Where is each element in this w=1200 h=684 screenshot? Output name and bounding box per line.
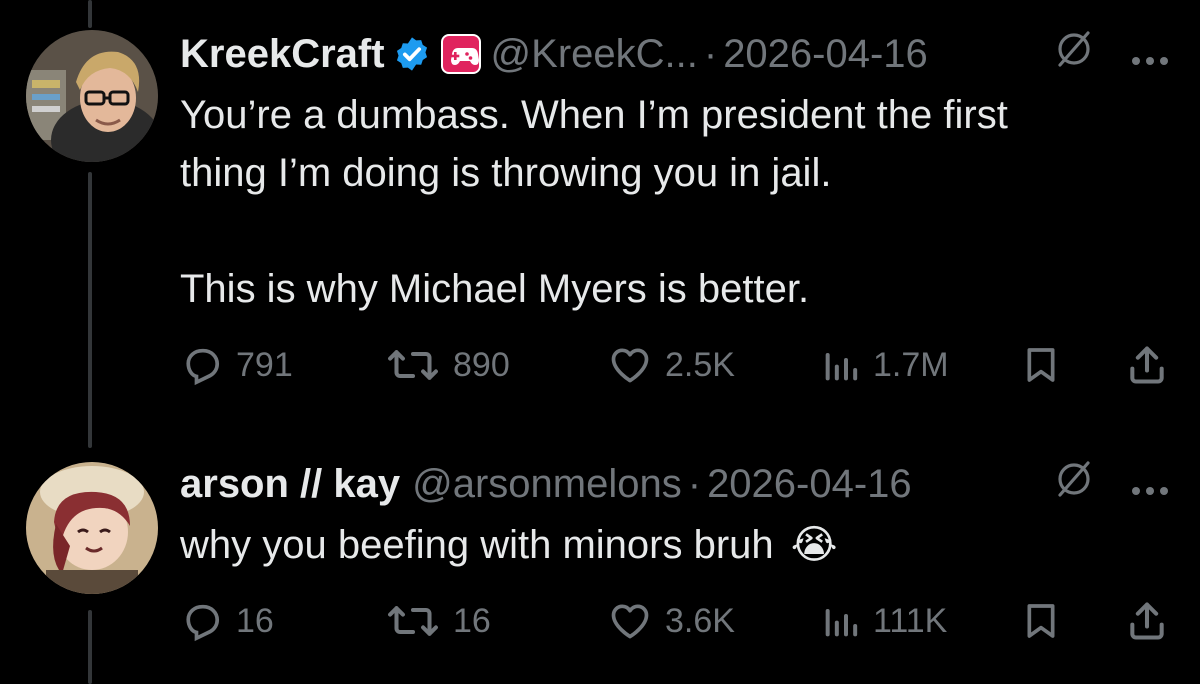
tweet-header: arson // kay @arsonmelons · 2026-04-16 [180,456,1170,512]
action-bar: 791 890 2.5K 1.7M [180,340,1170,390]
action-bar: 16 16 3.6K 111K [180,596,1170,646]
views-count: 111K [873,601,948,640]
grok-icon[interactable] [1052,27,1096,81]
verified-check-icon [393,35,431,73]
like-count: 2.5K [665,345,735,384]
bookmark-icon [1027,604,1055,638]
analytics-icon [825,353,858,381]
timestamp[interactable]: 2026-04-16 [707,462,912,507]
bookmark-icon [1027,348,1055,382]
handle[interactable]: @arsonmelons [412,462,682,507]
handle[interactable]: @KreekC... [491,32,698,77]
repost-button[interactable]: 890 [385,343,607,387]
like-button[interactable]: 3.6K [607,599,815,643]
avatar[interactable] [26,462,158,594]
reply-count: 791 [236,345,293,384]
avatar[interactable] [26,30,158,162]
share-icon [1130,602,1164,640]
reply-button[interactable]: 16 [180,599,385,643]
tweet-header: KreekCraft @KreekC... · 2026-04-16 [180,26,1170,82]
heart-icon [611,604,649,639]
heart-icon [611,348,649,383]
more-options-icon[interactable] [1130,462,1170,507]
share-button[interactable] [1125,599,1169,643]
game-controller-icon[interactable] [439,32,483,76]
reply-icon [186,604,220,642]
tweet-kreekcraft[interactable]: KreekCraft @KreekC... · 2026-04-16 You’r… [0,0,1200,430]
bookmark-button[interactable] [1021,599,1125,643]
separator-dot: · [687,461,702,506]
timestamp[interactable]: 2026-04-16 [723,32,928,77]
bookmark-button[interactable] [1021,343,1125,387]
share-icon [1130,346,1164,384]
grok-icon[interactable] [1052,457,1096,511]
repost-button[interactable]: 16 [385,599,607,643]
tweet-text: You’re a dumbass. When I’m president the… [180,86,1170,318]
like-button[interactable]: 2.5K [607,343,815,387]
views-button[interactable]: 1.7M [815,345,1021,385]
reply-count: 16 [236,601,274,640]
tweet-text-line: This is why Michael Myers is better. [180,267,810,311]
reply-icon [186,348,220,386]
repost-icon [388,350,438,380]
tweet-text: why you beefing with minors bruh 😭 [180,516,1170,574]
share-button[interactable] [1125,343,1169,387]
more-options-icon[interactable] [1130,32,1170,77]
tweet-arsonmelons[interactable]: arson // kay @arsonmelons · 2026-04-16 w… [0,440,1200,684]
tweet-text-line: thing I’m doing is throwing you in jail. [180,151,832,195]
views-count: 1.7M [873,345,949,384]
tweet-text-line: why you beefing with minors bruh [180,523,774,567]
views-button[interactable]: 111K [815,601,1021,641]
display-name[interactable]: arson // kay [180,462,400,507]
crying-face-emoji: 😭 [790,523,838,567]
tweet-text-line: You’re a dumbass. When I’m president the… [180,93,1008,137]
repost-icon [388,606,438,636]
display-name[interactable]: KreekCraft [180,32,385,77]
reply-button[interactable]: 791 [180,343,385,387]
analytics-icon [825,609,858,637]
like-count: 3.6K [665,601,735,640]
repost-count: 890 [453,345,510,384]
separator-dot: · [703,31,718,76]
repost-count: 16 [453,601,491,640]
